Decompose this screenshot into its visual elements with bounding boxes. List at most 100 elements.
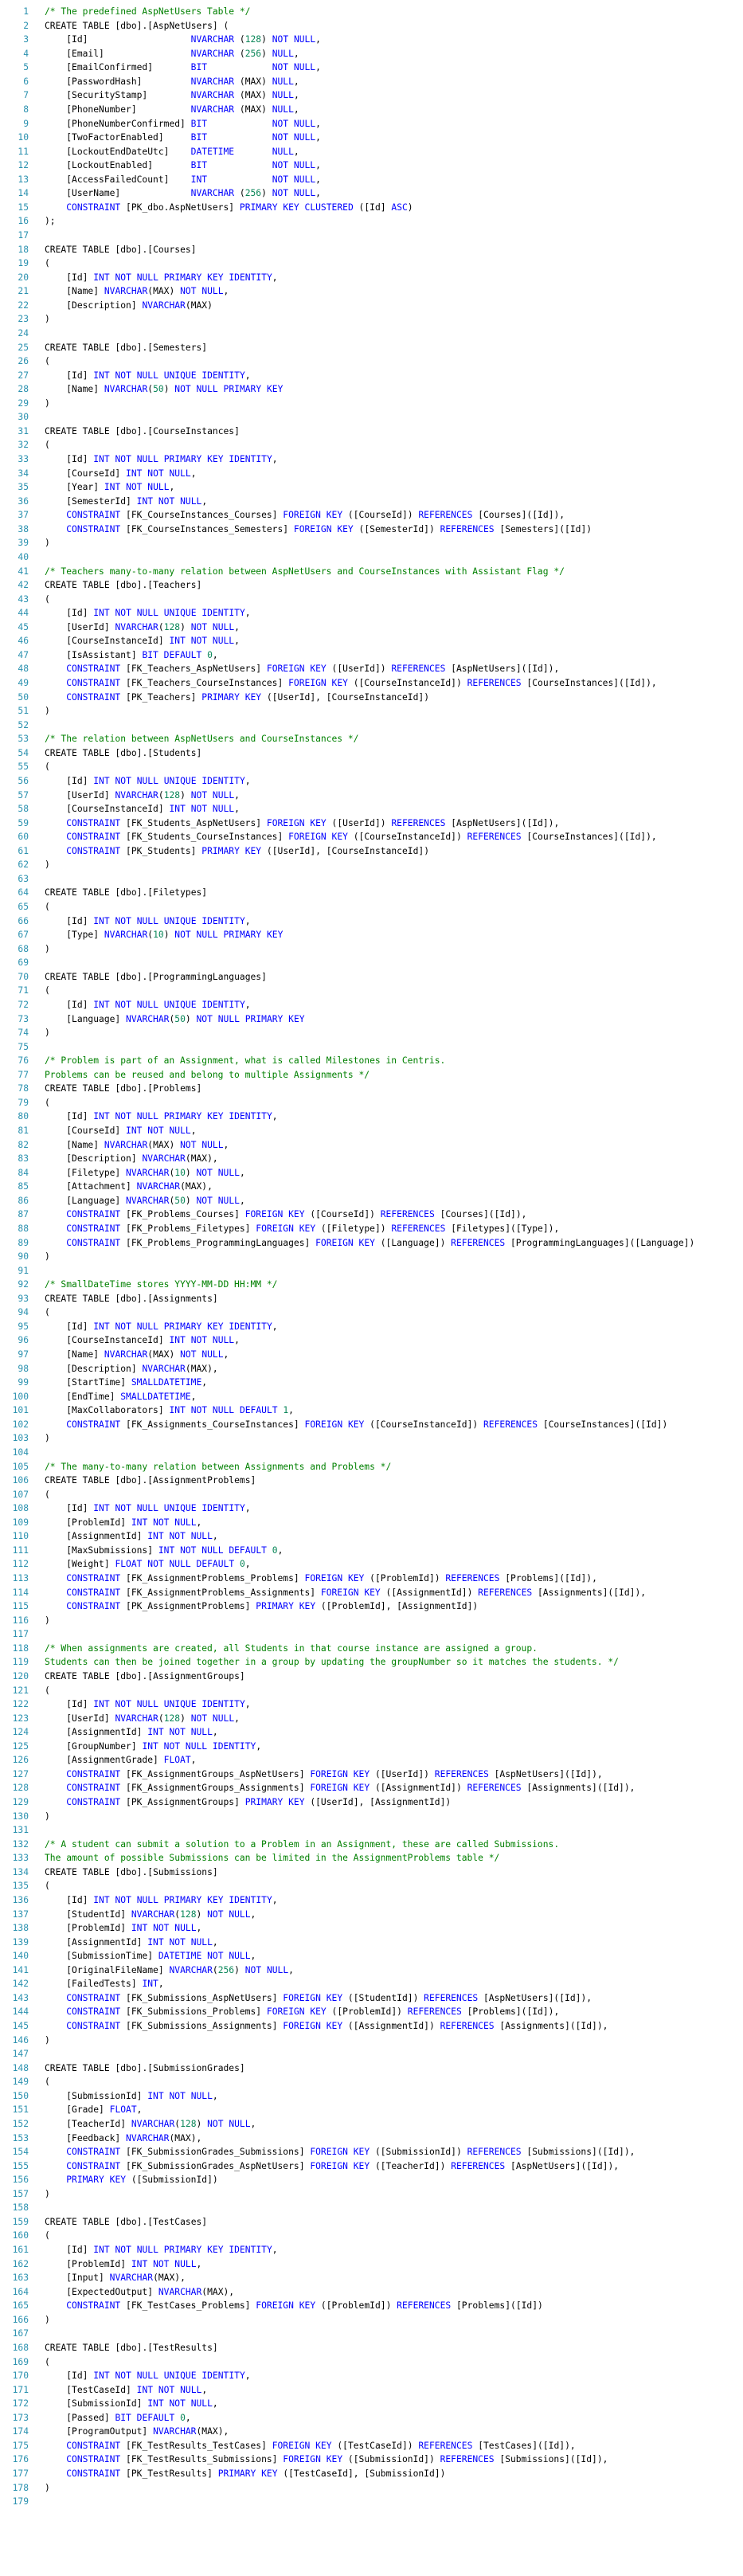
line-number: 41 (18, 566, 29, 577)
line-number: 33 (18, 454, 29, 464)
code-line: 173 [Passed] BIT DEFAULT 0, (0, 2411, 743, 2425)
code-line: 72 [Id] INT NOT NULL UNIQUE IDENTITY, (0, 998, 743, 1012)
code-line: 132 /* A student can submit a solution to… (0, 1838, 743, 1852)
code-line: 80 [Id] INT NOT NULL PRIMARY KEY IDENTIT… (0, 1110, 743, 1124)
code-text: [Description] NVARCHAR(MAX), (66, 1153, 218, 1165)
code-text: [Id] INT NOT NULL PRIMARY KEY IDENTITY, (66, 272, 278, 283)
line-number: 125 (12, 1740, 29, 1752)
line-number: 45 (18, 621, 29, 632)
code-text: [SubmissionId] INT NOT NULL, (66, 2090, 218, 2101)
code-line: 167 (0, 2327, 743, 2341)
code-text: [Name] NVARCHAR(MAX) NOT NULL, (66, 286, 229, 297)
code-text: CREATE TABLE [dbo].[Submissions] (45, 1866, 218, 1877)
code-line: 81 [CourseId] INT NOT NULL, (0, 1124, 743, 1138)
code-text: CONSTRAINT [FK_AssignmentGroups_Assignme… (66, 1783, 635, 1794)
code-text: ( (45, 985, 50, 996)
code-line: 3 [Id] NVARCHAR (128) NOT NULL, (0, 33, 743, 47)
code-text: CREATE TABLE [dbo].[Courses] (45, 244, 197, 255)
code-line: 16); (0, 214, 743, 229)
line-number: 39 (18, 538, 29, 549)
code-text: [Id] INT NOT NULL UNIQUE IDENTITY, (66, 1699, 251, 1710)
code-text: [Language] NVARCHAR(50) NOT NULL PRIMARY… (66, 1013, 305, 1024)
code-line: 178) (0, 2481, 743, 2496)
code-editor[interactable]: 1 /* The predefined AspNetUsers Table */ 2… (0, 0, 743, 2576)
line-number: 152 (12, 2118, 29, 2129)
code-line: 83 [Description] NVARCHAR(MAX), (0, 1152, 743, 1166)
code-text: CREATE TABLE [dbo].[Students] (45, 747, 202, 758)
code-line: 73 [Language] NVARCHAR(50) NOT NULL PRIM… (0, 1012, 743, 1027)
code-text: [MaxCollaborators] INT NOT NULL DEFAULT … (66, 1405, 294, 1416)
code-line: 14 [UserName] NVARCHAR (256) NOT NULL, (0, 186, 743, 201)
line-number: 105 (12, 1461, 29, 1472)
line-number: 46 (18, 636, 29, 647)
code-line: 15 CONSTRAINT [PK_dbo.AspNetUsers] PRIMA… (0, 201, 743, 215)
code-text: CONSTRAINT [FK_Submissions_Assignments] … (66, 2021, 608, 2031)
code-line: 115 CONSTRAINT [PK_AssignmentProblems] P… (0, 1599, 743, 1614)
line-number: 62 (18, 859, 29, 871)
code-text: ( (45, 1685, 50, 1696)
code-text: ) (45, 706, 50, 717)
code-text: CONSTRAINT [FK_TestResults_TestCases] FO… (66, 2440, 576, 2451)
code-text: ( (45, 1097, 50, 1108)
code-line: 110 [AssignmentId] INT NOT NULL, (0, 1529, 743, 1544)
code-line: 104 (0, 1446, 743, 1460)
line-number: 18 (18, 244, 29, 255)
code-line: 159 CREATE TABLE [dbo].[TestCases] (0, 2215, 743, 2230)
code-text: ( (45, 1881, 50, 1892)
code-line: 49 CONSTRAINT [FK_Teachers_CourseInstanc… (0, 676, 743, 691)
code-line: 11 [LockoutEndDateUtc] DATETIME NULL, (0, 145, 743, 159)
line-number: 138 (12, 1923, 29, 1934)
code-text: ( (45, 1489, 50, 1500)
code-text: [Weight] FLOAT NOT NULL DEFAULT 0, (66, 1559, 251, 1570)
line-number: 92 (18, 1279, 29, 1290)
line-number: 44 (18, 608, 29, 619)
code-line: 60 CONSTRAINT [FK_Students_CourseInstanc… (0, 830, 743, 844)
line-number: 172 (12, 2398, 29, 2410)
line-number: 104 (12, 1447, 29, 1458)
code-text: [Id] INT NOT NULL UNIQUE IDENTITY, (66, 915, 251, 926)
code-line: 124 [AssignmentId] INT NOT NULL, (0, 1725, 743, 1740)
code-text: CONSTRAINT [FK_Problems_Courses] FOREIGN… (66, 1209, 527, 1220)
code-text: ) (45, 859, 50, 871)
line-number: 5 (23, 62, 29, 73)
code-line: 5 [EmailConfirmed] BIT NOT NULL, (0, 61, 743, 75)
code-line: 134 CREATE TABLE [dbo].[Submissions] (0, 1865, 743, 1880)
line-number: 40 (18, 551, 29, 562)
code-text: [LockoutEnabled] BIT NOT NULL, (66, 160, 321, 171)
code-text: ) (45, 1251, 50, 1263)
line-number: 8 (23, 104, 29, 115)
line-number: 130 (12, 1811, 29, 1822)
code-text: CREATE TABLE [dbo].[Problems] (45, 1083, 202, 1094)
line-number: 63 (18, 873, 29, 884)
code-line: 100 [EndTime] SMALLDATETIME, (0, 1390, 743, 1404)
code-text: [Id] INT NOT NULL PRIMARY KEY IDENTITY, (66, 1894, 278, 1905)
code-line: 65 ( (0, 900, 743, 914)
code-text: ( (45, 902, 50, 912)
code-text: CONSTRAINT [PK_Students] PRIMARY KEY ([U… (66, 845, 429, 856)
line-number: 155 (12, 2160, 29, 2171)
code-line: 51) (0, 704, 743, 718)
code-line: 56 [Id] INT NOT NULL UNIQUE IDENTITY, (0, 774, 743, 789)
code-line: 64 CREATE TABLE [dbo].[Filetypes] (0, 886, 743, 900)
code-line: 156 PRIMARY KEY ([SubmissionId]) (0, 2173, 743, 2187)
line-number: 51 (18, 706, 29, 717)
code-line: 126 [AssignmentGrade] FLOAT, (0, 1753, 743, 1768)
line-number: 24 (18, 327, 29, 339)
line-number: 89 (18, 1237, 29, 1248)
line-number: 22 (18, 299, 29, 311)
code-text: [Input] NVARCHAR(MAX), (66, 2273, 186, 2284)
code-text: ( (45, 2230, 50, 2241)
code-line: 77 Problems can be reused and belong to m… (0, 1068, 743, 1082)
code-line: 171 [TestCaseId] INT NOT NULL, (0, 2383, 743, 2398)
code-text: [AssignmentId] INT NOT NULL, (66, 1531, 218, 1542)
line-number: 9 (23, 118, 29, 129)
line-number: 30 (18, 412, 29, 423)
code-line: 142 [FailedTests] INT, (0, 1977, 743, 1991)
line-number: 11 (18, 146, 29, 157)
code-line: 154 CONSTRAINT [FK_SubmissionGrades_Subm… (0, 2145, 743, 2159)
line-number: 16 (18, 216, 29, 227)
code-line: 78 CREATE TABLE [dbo].[Problems] (0, 1082, 743, 1096)
line-number: 93 (18, 1293, 29, 1304)
line-number: 168 (12, 2342, 29, 2353)
